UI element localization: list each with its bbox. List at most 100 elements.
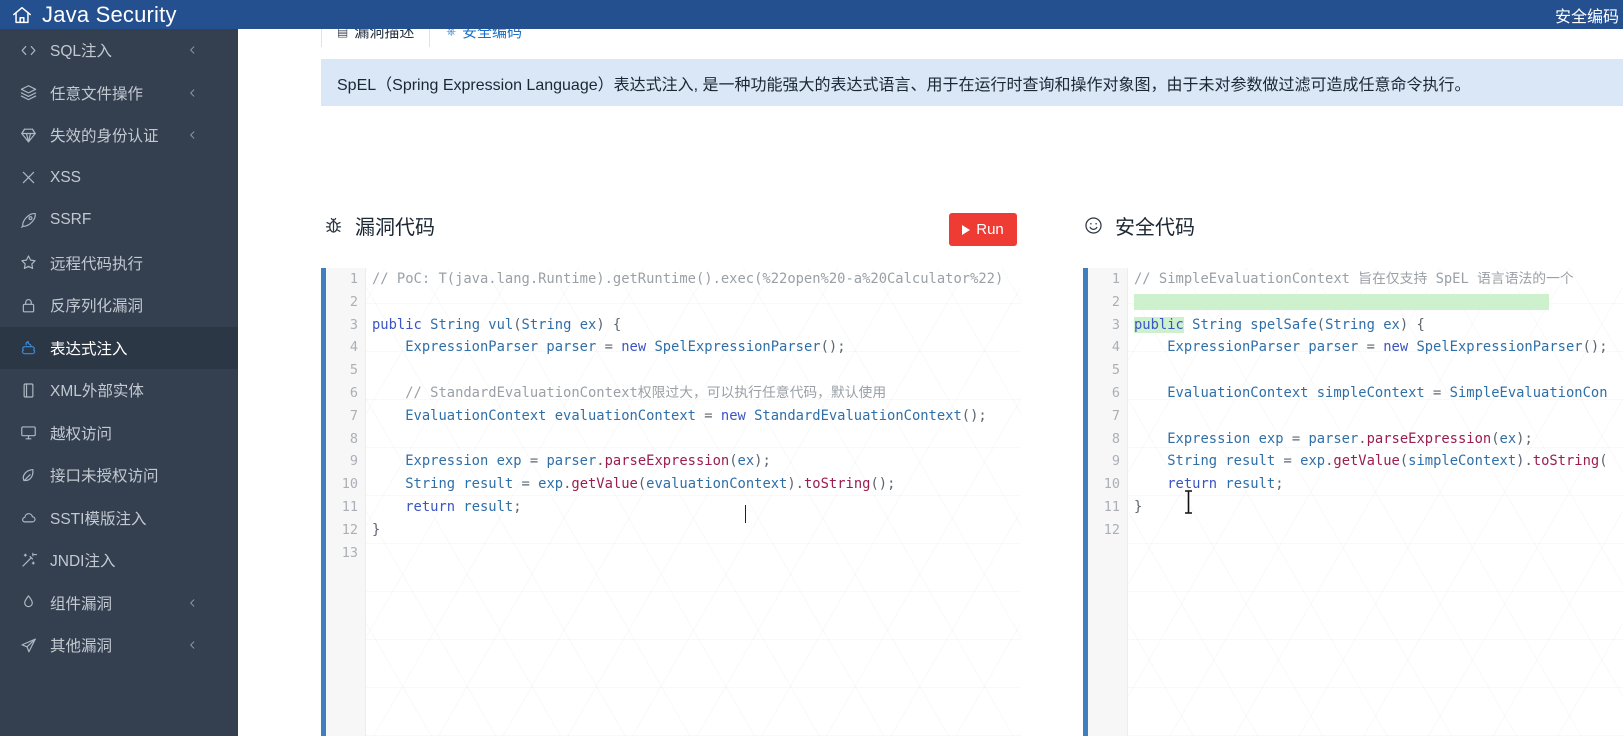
main-content: ▤ 漏洞描述 ⎈ 安全编码 SpEL（Spring Expression Langua… (238, 29, 1623, 736)
code-line: ExpressionParser parser = new SpelExpres… (1134, 336, 1623, 359)
line-number: 5 (349, 362, 358, 379)
lock-icon (18, 295, 38, 315)
shield-icon: ⎈ (446, 29, 456, 38)
sidebar-item-label: 任意文件操作 (50, 85, 144, 103)
sidebar-item-13[interactable]: JNDI注入 (0, 539, 238, 582)
code-line: EvaluationContext evaluationContext = ne… (372, 405, 1021, 428)
safe-code-title: 安全代码 (1115, 217, 1195, 239)
code-token: result (455, 498, 514, 515)
magic-wand-icon (18, 550, 38, 570)
code-token: ex (1499, 430, 1517, 447)
code-token: = (604, 339, 622, 356)
diamond-icon (18, 125, 38, 145)
sidebar-item-label: 失效的身份认证 (50, 128, 159, 146)
code-token: getValue (571, 476, 638, 493)
code-token: toString (804, 476, 871, 493)
line-number: 2 (1111, 293, 1120, 310)
run-button[interactable]: Run (949, 213, 1017, 246)
code-token: ); (1516, 430, 1533, 447)
safe-code-text[interactable]: // SimpleEvaluationContext 旨在仅支持 SpEL 语言… (1128, 268, 1623, 736)
code-token: Expression exp (1134, 430, 1292, 447)
line-number: 8 (1111, 430, 1120, 447)
chevron-left-icon[interactable] (187, 596, 198, 610)
tab-1[interactable]: ▤ 漏洞描述 (321, 29, 431, 47)
monitor-icon (18, 423, 38, 443)
sidebar-item-3[interactable]: 失效的身份认证 (0, 114, 238, 157)
brand[interactable]: Java Security (11, 2, 177, 28)
code-token: ( (637, 476, 647, 493)
safe-code-editor[interactable]: 1 2 3 4 5 6 7 8 9 10 11 12 // SimpleEvaluationConte… (1083, 268, 1623, 736)
line-number: 10 (341, 476, 358, 493)
sidebar-item-1[interactable]: SQL注入 (0, 29, 238, 72)
tab-2[interactable]: ⎈ 安全编码 (430, 29, 538, 47)
sidebar-item-9[interactable]: XML外部实体 (0, 369, 238, 412)
code-token: ; (513, 498, 522, 515)
line-number: 11 (1103, 498, 1120, 515)
chevron-left-icon[interactable] (187, 86, 198, 100)
sidebar-item-7[interactable]: 反序列化漏洞 (0, 284, 238, 327)
tab-label: 安全编码 (461, 29, 522, 41)
rocket-icon (18, 210, 38, 230)
line-number: 6 (1111, 384, 1120, 401)
code-token: parser (1308, 430, 1359, 447)
code-token: . (596, 453, 605, 470)
chevron-left-icon[interactable] (187, 638, 198, 652)
line-number: 10 (1103, 476, 1120, 493)
sidebar-item-15[interactable]: 其他漏洞 (0, 624, 238, 667)
code-token: = (1283, 453, 1301, 470)
sidebar-item-10[interactable]: 越权访问 (0, 412, 238, 455)
chevron-left-icon[interactable] (187, 43, 198, 57)
header-right-label[interactable]: 安全编码 (1555, 3, 1619, 27)
code-line: String result = exp.getValue(simpleConte… (1134, 450, 1623, 473)
sidebar-item-11[interactable]: 接口未授权访问 (0, 454, 238, 497)
sidebar-item-4[interactable]: XSS (0, 157, 238, 200)
code-token: ) { (596, 316, 622, 333)
star-icon (18, 253, 38, 273)
vuln-code-editor[interactable]: 1 2 3 4 5 6 7 8 9 10 11 12 13 // PoC: T(java.lang.Ru… (321, 268, 1021, 736)
vulnerability-description: SpEL（Spring Expression Language）表达式注入, 是… (321, 59, 1623, 106)
sidebar-item-6[interactable]: 远程代码执行 (0, 242, 238, 285)
code-token: String vul (430, 316, 514, 333)
code-token: SpelExpressionParser (646, 339, 821, 356)
code-token: ). (1516, 453, 1533, 470)
code-token: exp (538, 476, 564, 493)
line-number: 7 (349, 407, 358, 424)
safe-line-numbers: 1 2 3 4 5 6 7 8 9 10 11 12 (1088, 268, 1128, 736)
vuln-code-text[interactable]: // PoC: T(java.lang.Runtime).getRuntime(… (366, 268, 1021, 736)
sidebar-item-2[interactable]: 任意文件操作 (0, 72, 238, 115)
sidebar-item-12[interactable]: SSTI模版注入 (0, 497, 238, 540)
sidebar-item-5[interactable]: SSRF (0, 199, 238, 242)
sidebar-item-label: 远程代码执行 (50, 255, 144, 273)
book-icon (18, 380, 38, 400)
code-token: = (521, 476, 539, 493)
code-token: EvaluationContext evaluationContext (372, 407, 705, 424)
code-token: = (529, 453, 547, 470)
line-number: 9 (1111, 453, 1120, 470)
chevron-left-icon[interactable] (187, 128, 198, 142)
line-number: 9 (349, 453, 358, 470)
tab-label: 漏洞描述 (354, 29, 415, 41)
sidebar-item-8[interactable]: 表达式注入 (0, 326, 238, 369)
paper-plane-icon (18, 635, 38, 655)
code-token: } (372, 521, 381, 538)
code-token: new (720, 407, 746, 424)
code-token: parseExpression (604, 453, 730, 470)
code-line: Expression exp = parser.parseExpression(… (372, 450, 1021, 473)
sidebar-item-14[interactable]: 组件漏洞 (0, 582, 238, 625)
code-brackets-icon (18, 40, 38, 60)
code-token: ( (729, 453, 738, 470)
vuln-line-numbers: 1 2 3 4 5 6 7 8 9 10 11 12 13 (326, 268, 366, 736)
code-token: ) { (1399, 316, 1425, 333)
doc-icon: ▤ (337, 29, 349, 39)
line-number: 3 (349, 316, 358, 333)
code-line (1134, 291, 1623, 314)
code-line: // StandardEvaluationContext权限过大，可以执行任意代… (372, 382, 1021, 405)
sidebar-item-label: XSS (50, 168, 82, 186)
